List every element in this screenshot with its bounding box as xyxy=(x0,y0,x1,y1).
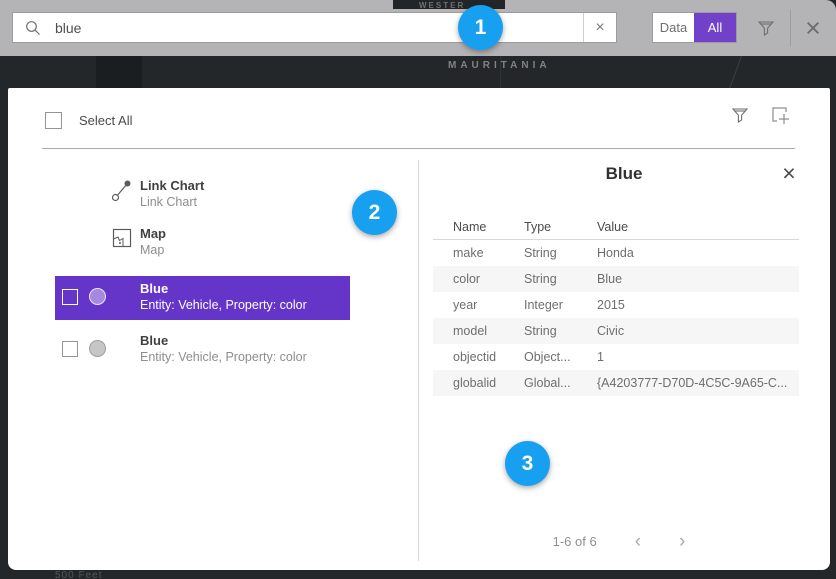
callout-step-1: 1 xyxy=(458,5,503,50)
result-item-map[interactable]: Map Map xyxy=(55,224,350,260)
add-to-selection-icon[interactable] xyxy=(768,103,792,127)
select-all-checkbox[interactable] xyxy=(45,112,62,129)
search-results-panel: Select All Link Chart Link Chart xyxy=(8,88,830,570)
result-subtitle: Entity: Vehicle, Property: color xyxy=(140,297,307,313)
clear-search-button[interactable]: × xyxy=(583,13,616,42)
result-subtitle: Map xyxy=(140,242,166,258)
scope-all-option[interactable]: All xyxy=(694,13,736,42)
pagination-range-label: 1-6 of 6 xyxy=(553,534,597,549)
result-item-blue[interactable]: Blue Entity: Vehicle, Property: color xyxy=(55,328,350,372)
filter-icon[interactable] xyxy=(756,18,776,38)
table-row: make String Honda xyxy=(433,240,799,266)
result-checkbox[interactable] xyxy=(62,341,78,357)
close-detail-icon[interactable]: × xyxy=(774,158,804,188)
select-all-label: Select All xyxy=(79,113,132,128)
map-landmass-shape xyxy=(96,50,142,90)
table-row: objectid Object... 1 xyxy=(433,344,799,370)
table-row: model String Civic xyxy=(433,318,799,344)
search-icon xyxy=(25,20,41,36)
result-title: Link Chart xyxy=(140,178,204,194)
search-box: × xyxy=(12,12,617,43)
panel-divider xyxy=(42,148,795,149)
column-header-type: Type xyxy=(524,214,597,240)
select-all-row[interactable]: Select All xyxy=(45,112,132,129)
result-title: Map xyxy=(140,226,166,242)
map-label-mauritania: MAURITANIA xyxy=(448,60,551,71)
result-title: Blue xyxy=(140,333,307,349)
pagination: 1-6 of 6 ‹ › xyxy=(419,526,819,556)
link-chart-icon xyxy=(111,178,133,202)
map-scale-label: 500 Feet xyxy=(55,570,102,579)
result-item-link-chart[interactable]: Link Chart Link Chart xyxy=(55,176,350,212)
detail-title: Blue xyxy=(419,164,829,184)
previous-page-icon[interactable]: ‹ xyxy=(635,532,641,551)
close-search-button[interactable]: × xyxy=(796,8,830,48)
table-row: year Integer 2015 xyxy=(433,292,799,318)
next-page-icon[interactable]: › xyxy=(679,532,685,551)
result-subtitle: Link Chart xyxy=(140,194,204,210)
result-title: Blue xyxy=(140,281,307,297)
filter-icon[interactable] xyxy=(730,105,750,125)
result-checkbox[interactable] xyxy=(62,289,78,305)
entity-symbol-icon xyxy=(89,288,106,305)
column-header-name: Name xyxy=(453,214,524,240)
table-row: globalid Global... {A4203777-D70D-4C5C-9… xyxy=(433,370,799,396)
app-window: MAURITANIA 500 Feet WESTER × Data All × xyxy=(0,0,836,579)
clear-icon: × xyxy=(595,19,604,37)
table-header-row: Name Type Value xyxy=(433,214,799,240)
result-item-blue-selected[interactable]: Blue Entity: Vehicle, Property: color xyxy=(55,276,350,320)
result-subtitle: Entity: Vehicle, Property: color xyxy=(140,349,307,365)
map-icon xyxy=(111,226,133,250)
table-row: color String Blue xyxy=(433,266,799,292)
entity-symbol-icon xyxy=(89,340,106,357)
scope-data-option[interactable]: Data xyxy=(653,13,694,42)
toolbar-divider xyxy=(790,10,791,46)
search-scope-toggle: Data All xyxy=(652,12,737,43)
map-border-line xyxy=(729,56,742,89)
attribute-table: Name Type Value make String Honda color … xyxy=(433,214,799,396)
column-header-value: Value xyxy=(597,214,799,240)
callout-step-2: 2 xyxy=(352,190,397,235)
callout-step-3: 3 xyxy=(505,441,550,486)
list-detail-divider xyxy=(418,160,419,561)
